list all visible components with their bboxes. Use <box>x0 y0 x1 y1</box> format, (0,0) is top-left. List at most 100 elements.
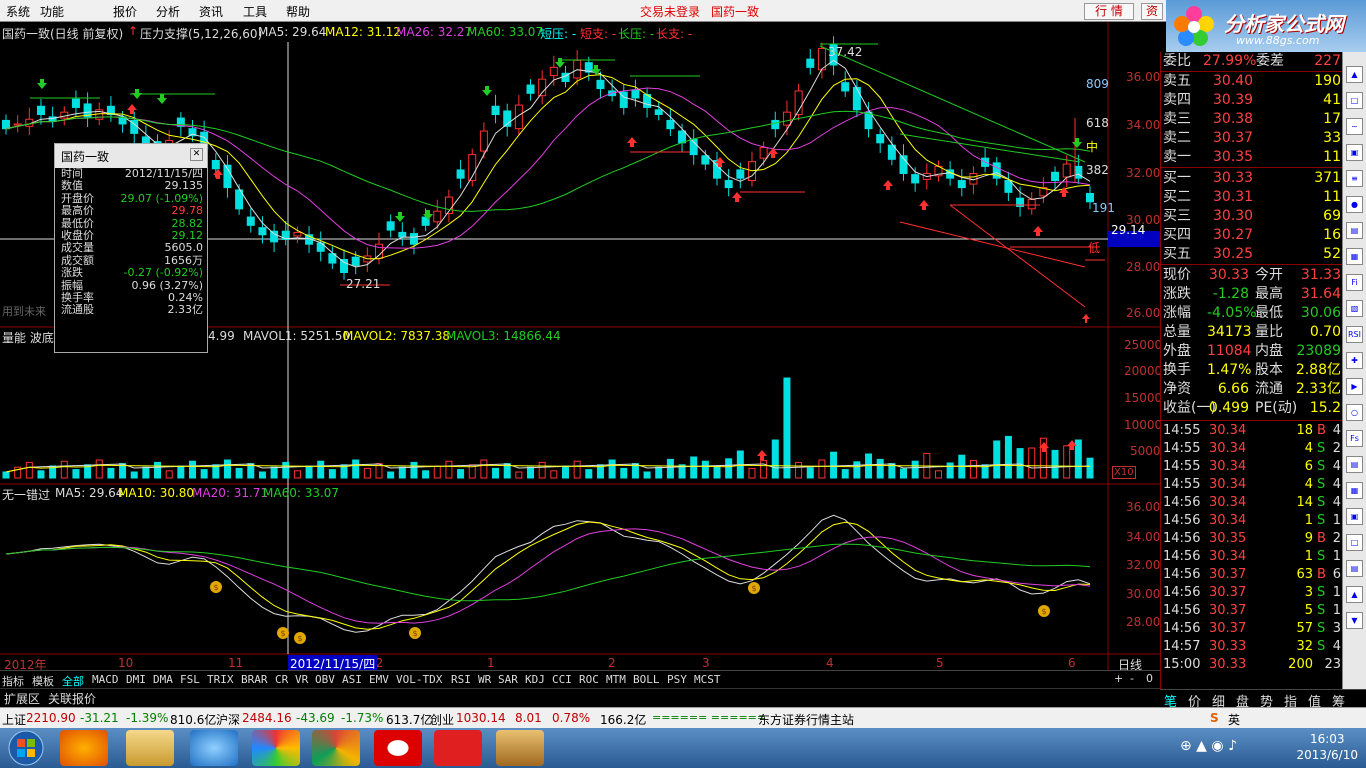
side-tool-button[interactable]: ▣ <box>1346 508 1363 525</box>
start-button-icon[interactable] <box>6 729 46 767</box>
zoom-button[interactable]: 0 <box>1146 672 1153 685</box>
orderbook-row[interactable]: 买四 30.27 16 <box>1161 226 1343 245</box>
orderbook-row[interactable]: 卖五 30.40 190 <box>1161 72 1343 91</box>
orderbook-row[interactable]: 买二 30.31 11 <box>1161 188 1343 207</box>
indicator-tab[interactable]: MTM <box>606 673 626 686</box>
indicator-tab[interactable]: RSI <box>451 673 471 686</box>
side-tool-button[interactable]: ○ <box>1346 404 1363 421</box>
info-button[interactable]: 资 <box>1141 3 1163 20</box>
orderbook-row[interactable]: 卖四 30.39 41 <box>1161 91 1343 110</box>
side-tool-button[interactable]: ● <box>1346 196 1363 213</box>
side-tool-button[interactable]: ▼ <box>1346 612 1363 629</box>
indicator-tab[interactable]: PSY <box>667 673 687 686</box>
zoom-button[interactable]: - <box>1130 672 1134 685</box>
tab-extension[interactable]: 扩展区 <box>4 690 40 707</box>
indicator-tab[interactable]: OBV <box>315 673 335 686</box>
menu-quote[interactable]: 报价 <box>113 3 137 20</box>
sz-index-name[interactable]: 沪深 <box>216 711 240 728</box>
menu-help[interactable]: 帮助 <box>286 3 310 20</box>
menu-news[interactable]: 资讯 <box>199 3 223 20</box>
paint-icon[interactable] <box>496 730 544 766</box>
indicator-tab[interactable]: MACD <box>92 673 119 686</box>
side-tool-button[interactable]: ▦ <box>1346 248 1363 265</box>
tray-icons[interactable]: ⊕ ▲ ◉ ♪ <box>1180 738 1237 754</box>
indicator-tab[interactable]: CCI <box>552 673 572 686</box>
orderbook-row[interactable]: 卖一 30.35 11 <box>1161 148 1343 167</box>
indicator-tab[interactable]: SAR <box>498 673 518 686</box>
side-tool-button[interactable]: ▤ <box>1346 560 1363 577</box>
indicator-tab[interactable]: ROC <box>579 673 599 686</box>
date-axis-label: 11 <box>228 656 244 670</box>
indicator-tab[interactable]: DMI <box>126 673 146 686</box>
orderbook-level: 卖一 <box>1163 149 1191 165</box>
media-player-icon[interactable] <box>374 730 422 766</box>
cy-index-name[interactable]: 创业 <box>430 711 454 728</box>
folder-icon[interactable] <box>126 730 174 766</box>
side-tool-button[interactable]: ▤ <box>1346 222 1363 239</box>
side-tool-button[interactable]: ▲ <box>1346 66 1363 83</box>
stock-software-icon[interactable] <box>434 730 482 766</box>
tick-count: 3 <box>1332 621 1341 636</box>
side-tool-button[interactable]: ▧ <box>1346 300 1363 317</box>
side-tool-button[interactable]: ✚ <box>1346 352 1363 369</box>
indicator-tab[interactable]: WR <box>478 673 491 686</box>
indicator-tab[interactable]: EMV <box>369 673 389 686</box>
sh-index-name[interactable]: 上证 <box>2 711 26 728</box>
side-tool-button[interactable]: ▦ <box>1346 482 1363 499</box>
color-app-icon[interactable] <box>252 730 300 766</box>
menu-system[interactable]: 系统 <box>6 3 30 20</box>
indicator-tab[interactable]: MCST <box>694 673 721 686</box>
ime-sogou-icon[interactable]: S <box>1210 711 1219 725</box>
data-info-window[interactable]: 国药一致 ✕ 时间 2012/11/15/四 数值 29.135 开盘价 29.07 (-… <box>54 143 208 353</box>
indicator-tab[interactable]: TRIX <box>207 673 234 686</box>
indicator-tab[interactable]: ASI <box>342 673 362 686</box>
tab-related-quotes[interactable]: 关联报价 <box>48 690 96 707</box>
orderbook-row[interactable]: 买三 30.30 69 <box>1161 207 1343 226</box>
close-icon[interactable]: ✕ <box>190 148 203 161</box>
ie-browser-icon[interactable] <box>190 730 238 766</box>
info-row-value: -0.27 (-0.92%) <box>123 266 203 280</box>
info-window-header[interactable]: 国药一致 ✕ <box>55 144 207 168</box>
indicator-tab[interactable]: CR <box>275 673 288 686</box>
zoom-button[interactable]: + <box>1114 672 1123 685</box>
menu-tools[interactable]: 工具 <box>243 3 267 20</box>
indicator-tab[interactable]: VR <box>295 673 308 686</box>
side-tool-button[interactable]: ~ <box>1346 118 1363 135</box>
indicator-name[interactable]: 压力支撑(5,12,26,60) <box>140 25 262 42</box>
indicator-tab[interactable]: 全部 <box>62 673 84 689</box>
indicator-tab[interactable]: BOLL <box>633 673 660 686</box>
side-tool-button[interactable]: □ <box>1346 534 1363 551</box>
menu-analysis[interactable]: 分析 <box>156 3 180 20</box>
volume-bar <box>818 459 826 479</box>
side-tool-button[interactable]: Fs <box>1346 430 1363 447</box>
orderbook-row[interactable]: 买一 30.33 371 <box>1161 169 1343 188</box>
indicator-tab[interactable]: FSL <box>180 673 200 686</box>
system-clock[interactable]: 16:03 2013/6/10 <box>1296 731 1358 763</box>
chrome-icon[interactable] <box>312 730 360 766</box>
server-name[interactable]: 东方证券行情主站 <box>758 711 854 728</box>
orderbook-row[interactable]: 买五 30.25 52 <box>1161 245 1343 264</box>
quote-button[interactable]: 行 情 <box>1084 3 1134 20</box>
indicator-tab[interactable]: VOL-TDX <box>396 673 442 686</box>
side-tool-button[interactable]: □ <box>1346 92 1363 109</box>
side-tool-button[interactable]: ▣ <box>1346 144 1363 161</box>
side-tool-button[interactable]: ≡ <box>1346 170 1363 187</box>
side-tool-button[interactable]: RSI <box>1346 326 1363 343</box>
indicator-tab[interactable]: 指标 <box>2 673 24 689</box>
side-tool-button[interactable]: Fi <box>1346 274 1363 291</box>
volume-bar <box>620 467 628 479</box>
orderbook-row[interactable]: 卖二 30.37 33 <box>1161 129 1343 148</box>
indicator-tab[interactable]: KDJ <box>525 673 545 686</box>
orderbook-row[interactable]: 卖三 30.38 17 <box>1161 110 1343 129</box>
side-tool-button[interactable]: ▲ <box>1346 586 1363 603</box>
ime-language[interactable]: 英 <box>1228 711 1240 728</box>
side-tool-button[interactable]: ▤ <box>1346 456 1363 473</box>
indicator-tab[interactable]: BRAR <box>241 673 268 686</box>
orderbook-price: 30.31 <box>1213 189 1254 205</box>
candle-body <box>491 105 500 116</box>
menu-function[interactable]: 功能 <box>40 3 64 20</box>
indicator-tab[interactable]: DMA <box>153 673 173 686</box>
taskbar-app-icon[interactable] <box>60 730 108 766</box>
indicator-tab[interactable]: 模板 <box>32 673 54 689</box>
side-tool-button[interactable]: ▶ <box>1346 378 1363 395</box>
